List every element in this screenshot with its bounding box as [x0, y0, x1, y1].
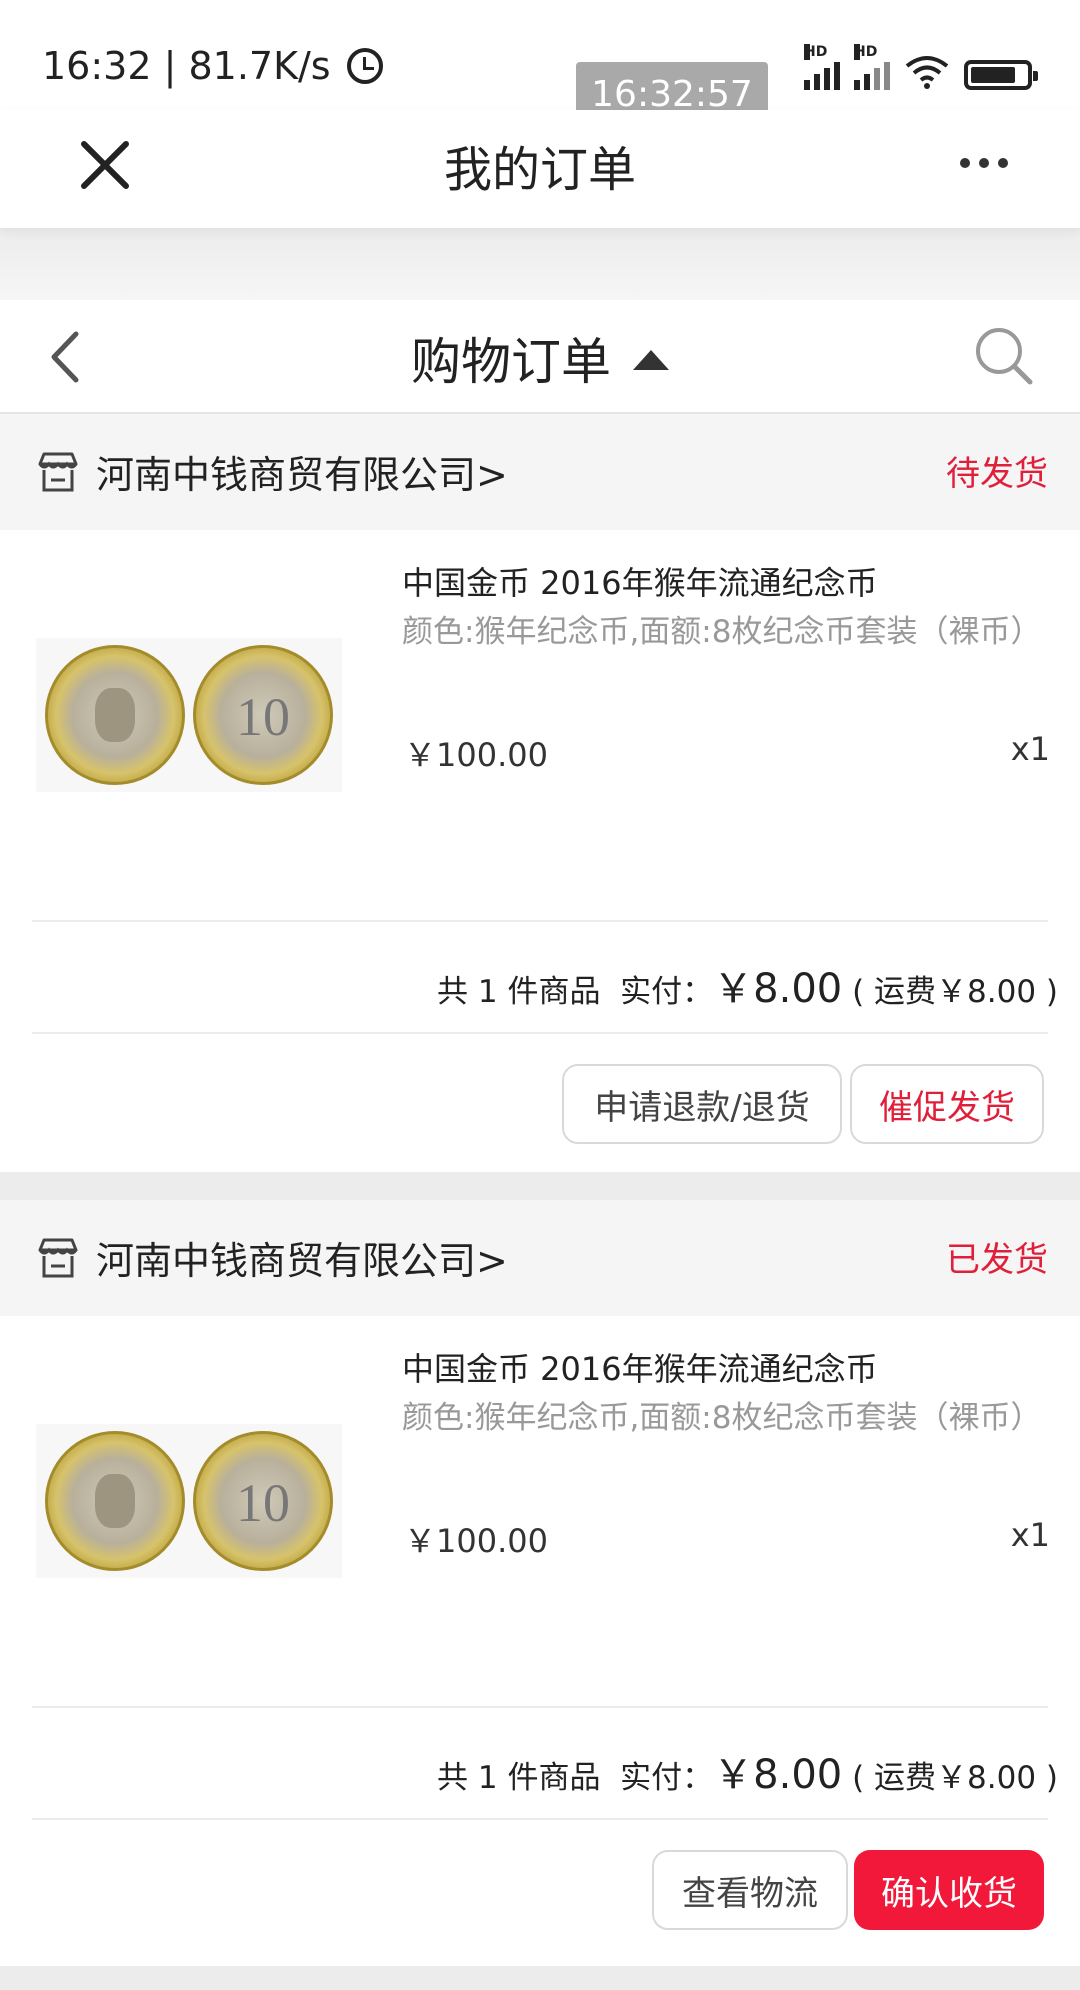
status-time-speed: 16:32 | 81.7K/s	[42, 44, 331, 88]
order-total: 共 1 件商品 实付： ￥8.00 ( 运费￥8.00 )	[0, 1708, 1080, 1818]
total-amount: ￥8.00	[713, 1752, 843, 1798]
order-total: 共 1 件商品 实付： ￥8.00 ( 运费￥8.00 )	[0, 922, 1080, 1032]
store-header[interactable]: 河南中钱商贸有限公司> 待发货	[0, 414, 1080, 530]
sub-header: 购物订单	[0, 300, 1080, 414]
status-left: 16:32 | 81.7K/s	[42, 44, 383, 88]
status-right: HD HD	[804, 44, 1038, 90]
caret-up-icon	[633, 349, 669, 370]
product-name: 中国金币 2016年猴年流通纪念币	[402, 1350, 878, 1388]
coin-front-image	[45, 645, 185, 785]
store-name: 河南中钱商贸有限公司>	[96, 1239, 508, 1283]
product-spec: 颜色:猴年纪念币,面额:8枚纪念币套装（裸币）	[402, 614, 1042, 650]
signal-icon-2: HD	[854, 44, 890, 90]
product-spec: 颜色:猴年纪念币,面额:8枚纪念币套装（裸币）	[402, 1400, 1042, 1436]
coin-front-image	[45, 1431, 185, 1571]
signal-icon: HD	[804, 44, 840, 90]
product-image: 10	[36, 1424, 342, 1578]
more-icon[interactable]	[960, 158, 1008, 168]
store-icon	[38, 1238, 78, 1278]
product-name: 中国金币 2016年猴年流通纪念币	[402, 564, 878, 602]
page-title: 我的订单	[443, 142, 636, 198]
status-bar: 16:32 | 81.7K/s HD HD 16:32:57	[0, 0, 1080, 126]
store-header[interactable]: 河南中钱商贸有限公司> 已发货	[0, 1200, 1080, 1316]
shipping-fee: ( 运费￥8.00 )	[842, 1760, 1058, 1796]
total-prefix: 共 1 件商品 实付：	[437, 1760, 714, 1796]
store-icon	[38, 452, 78, 492]
coin-back-image: 10	[193, 645, 333, 785]
header-gap	[0, 228, 1080, 300]
shipping-fee: ( 运费￥8.00 )	[842, 974, 1058, 1010]
order-actions: 申请退款/退货 催促发货	[0, 1034, 1080, 1170]
product-price: ￥100.00	[404, 1522, 548, 1560]
order-item[interactable]: 10 中国金币 2016年猴年流通纪念币 颜色:猴年纪念币,面额:8枚纪念币套装…	[0, 530, 1080, 920]
search-icon[interactable]	[972, 324, 1036, 388]
store-name: 河南中钱商贸有限公司>	[96, 453, 508, 497]
urge-shipment-button[interactable]: 催促发货	[850, 1064, 1044, 1144]
order-status: 已发货	[946, 1240, 1048, 1280]
order-card: 河南中钱商贸有限公司> 待发货 10 中国金币 2016年猴年流通纪念币 颜色:…	[0, 414, 1080, 1172]
total-prefix: 共 1 件商品 实付：	[437, 974, 714, 1010]
order-type-selector[interactable]: 购物订单	[0, 322, 1080, 394]
refund-return-button[interactable]: 申请退款/退货	[562, 1064, 842, 1144]
order-type-label: 购物订单	[411, 333, 611, 391]
wifi-icon	[905, 56, 949, 89]
order-item[interactable]: 10 中国金币 2016年猴年流通纪念币 颜色:猴年纪念币,面额:8枚纪念币套装…	[0, 1316, 1080, 1706]
battery-icon	[964, 60, 1038, 90]
order-actions: 查看物流 确认收货	[0, 1820, 1080, 1956]
coin-back-image: 10	[193, 1431, 333, 1571]
title-bar: 我的订单	[0, 110, 1080, 228]
order-gap	[0, 1172, 1080, 1200]
total-amount: ￥8.00	[713, 966, 843, 1012]
alarm-icon	[346, 48, 383, 84]
bottom-gap	[0, 1966, 1080, 1990]
product-image: 10	[36, 638, 342, 792]
order-status: 待发货	[946, 454, 1048, 494]
view-logistics-button[interactable]: 查看物流	[652, 1850, 848, 1930]
product-quantity: x1	[1010, 730, 1050, 768]
product-price: ￥100.00	[404, 736, 548, 774]
product-quantity: x1	[1010, 1516, 1050, 1554]
confirm-receipt-button[interactable]: 确认收货	[854, 1850, 1044, 1930]
order-card: 河南中钱商贸有限公司> 已发货 10 中国金币 2016年猴年流通纪念币 颜色:…	[0, 1200, 1080, 1966]
